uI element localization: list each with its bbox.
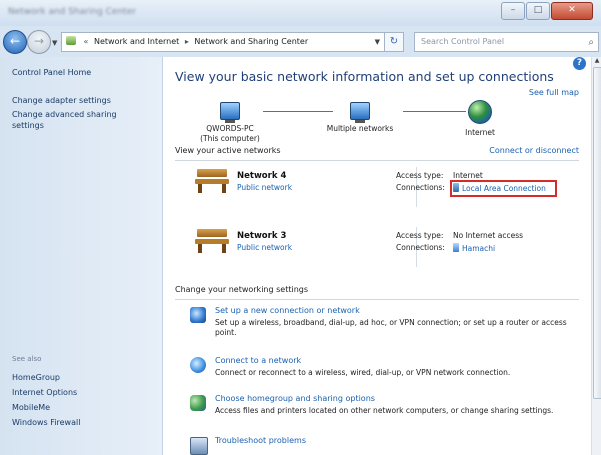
connections-label: Connections:	[396, 243, 445, 252]
task-description: Access files and printers located on oth…	[215, 406, 554, 415]
search-input[interactable]: Search Control Panel ⌕	[414, 32, 599, 52]
access-type-label: Access type:	[396, 171, 444, 180]
homegroup-icon	[190, 395, 206, 411]
network-name: Network 4	[237, 171, 287, 181]
network-setup-icon	[190, 307, 206, 323]
computer-subtitle: (This computer)	[200, 134, 260, 143]
network-row: Network 3 Public network Access type: No…	[195, 227, 575, 267]
maximize-button[interactable]: □	[526, 2, 550, 20]
network-type-link[interactable]: Public network	[237, 243, 292, 252]
search-icon[interactable]: ⌕	[588, 34, 594, 52]
troubleshoot-link[interactable]: Troubleshoot problems	[215, 436, 306, 445]
see-also-title: See also	[12, 355, 42, 363]
main-content: ? View your basic network information an…	[163, 57, 591, 455]
task-description: Set up a wireless, broadband, dial-up, a…	[215, 318, 567, 337]
connections-label: Connections:	[396, 183, 445, 192]
computer-icon	[220, 102, 240, 123]
sidebar-item-internet-options[interactable]: Internet Options	[12, 387, 77, 398]
sidebar-item-change-adapter-settings[interactable]: Change adapter settings	[12, 95, 111, 106]
sidebar-item-change-advanced-sharing[interactable]: Change advanced sharing settings	[12, 109, 147, 131]
change-settings-label: Change your networking settings	[175, 285, 309, 294]
active-networks-label: View your active networks	[175, 146, 281, 155]
access-type-value: No Internet access	[453, 231, 524, 240]
highlight-box	[450, 180, 557, 197]
connect-network-link[interactable]: Connect to a network	[215, 356, 301, 365]
sidebar-item-homegroup[interactable]: HomeGroup	[12, 372, 60, 383]
scroll-up-arrow-icon[interactable]: ▲	[593, 57, 601, 67]
control-panel-icon	[66, 36, 76, 45]
public-network-bench-icon[interactable]	[195, 169, 229, 193]
page-title: View your basic network information and …	[175, 69, 554, 84]
multiple-networks-node: Multiple networks	[320, 102, 400, 134]
sidebar: Control Panel Home Change adapter settin…	[0, 57, 163, 455]
minimize-button[interactable]: –	[501, 2, 525, 20]
network-type-link[interactable]: Public network	[237, 183, 292, 192]
window-title: Network and Sharing Center	[8, 7, 136, 17]
active-networks-header: View your active networks Connect or dis…	[175, 146, 579, 161]
address-bar: ← → ▼ « Network and Internet ▸ Network a…	[0, 27, 601, 57]
internet-node: Internet	[440, 100, 520, 138]
public-network-bench-icon[interactable]	[195, 229, 229, 253]
globe-icon	[468, 100, 492, 124]
breadcrumb-chevron-icon[interactable]: ▸	[185, 37, 189, 46]
multiple-networks-label: Multiple networks	[326, 124, 394, 133]
help-icon[interactable]: ?	[573, 57, 586, 70]
address-field[interactable]: « Network and Internet ▸ Network and Sha…	[61, 32, 385, 52]
address-dropdown-icon[interactable]: ▼	[375, 33, 380, 51]
connection-name: Hamachi	[462, 244, 496, 253]
setup-connection-link[interactable]: Set up a new connection or network	[215, 306, 360, 315]
this-computer-node: QWORDS-PC (This computer)	[200, 102, 260, 144]
hamachi-icon	[453, 243, 459, 252]
forward-button[interactable]: →	[27, 30, 51, 54]
network-sharing-center-window: Network and Sharing Center – □ ✕ ← → ▼ «…	[0, 0, 601, 455]
vertical-scrollbar[interactable]: ▲	[591, 57, 601, 455]
access-type-value: Internet	[453, 171, 483, 180]
computer-name: QWORDS-PC	[206, 124, 254, 133]
breadcrumb-network-sharing-center[interactable]: Network and Sharing Center	[194, 37, 308, 46]
hamachi-connection-link[interactable]: Hamachi	[453, 243, 495, 253]
back-button[interactable]: ←	[3, 30, 27, 54]
title-bar[interactable]: Network and Sharing Center – □ ✕	[0, 0, 601, 26]
troubleshoot-icon	[190, 437, 208, 455]
recent-pages-dropdown[interactable]: ▼	[52, 39, 57, 47]
close-button[interactable]: ✕	[551, 2, 593, 20]
breadcrumb-network-internet[interactable]: Network and Internet	[94, 37, 179, 46]
networks-icon	[350, 102, 370, 123]
change-settings-header: Change your networking settings	[175, 285, 579, 300]
sidebar-item-control-panel-home[interactable]: Control Panel Home	[12, 67, 91, 78]
access-type-label: Access type:	[396, 231, 444, 240]
network-row: Network 4 Public network Access type: In…	[195, 167, 575, 207]
connect-or-disconnect-link[interactable]: Connect or disconnect	[489, 146, 579, 155]
search-placeholder: Search Control Panel	[421, 37, 505, 46]
homegroup-sharing-link[interactable]: Choose homegroup and sharing options	[215, 394, 375, 403]
breadcrumb-overflow[interactable]: «	[84, 37, 89, 46]
network-map: QWORDS-PC (This computer) Multiple netwo…	[175, 100, 575, 147]
sidebar-item-windows-firewall[interactable]: Windows Firewall	[12, 417, 80, 428]
scroll-thumb[interactable]	[593, 67, 601, 399]
sidebar-item-mobileme[interactable]: MobileMe	[12, 402, 50, 413]
window-controls: – □ ✕	[500, 2, 593, 20]
see-full-map-link[interactable]: See full map	[529, 88, 579, 97]
refresh-button[interactable]: ↻	[384, 32, 404, 52]
task-description: Connect or reconnect to a wireless, wire…	[215, 368, 511, 377]
network-name: Network 3	[237, 231, 287, 241]
connect-network-icon	[190, 357, 206, 373]
internet-label: Internet	[465, 128, 495, 137]
